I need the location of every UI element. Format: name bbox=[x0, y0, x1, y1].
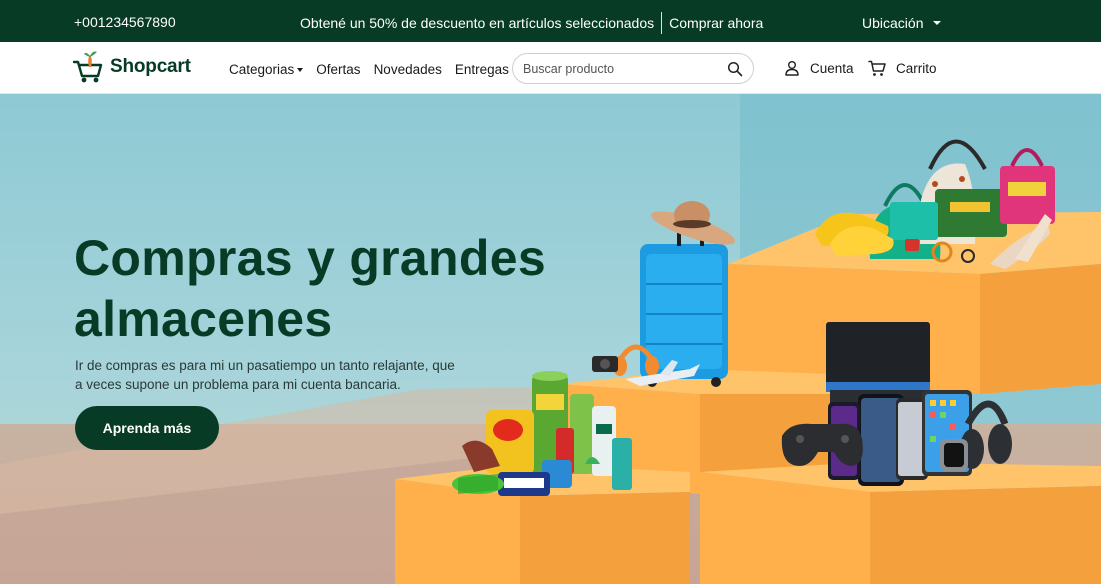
location-label: Ubicación bbox=[862, 15, 924, 31]
main-nav: Categorias Ofertas Novedades Entregas bbox=[229, 62, 509, 77]
hero-title: Compras y grandes almacenes bbox=[74, 230, 546, 347]
account-label: Cuenta bbox=[810, 60, 854, 76]
nav-item-delivery[interactable]: Entregas bbox=[455, 62, 509, 77]
nav-news-label: Novedades bbox=[373, 62, 442, 77]
search-input[interactable] bbox=[523, 61, 727, 76]
brand-logo[interactable]: Shopcart bbox=[72, 50, 191, 84]
chevron-down-icon bbox=[933, 21, 942, 25]
cart-link[interactable]: Carrito bbox=[868, 60, 937, 77]
nav-item-deals[interactable]: Ofertas bbox=[316, 62, 360, 77]
nav-categories-label: Categorias bbox=[229, 62, 295, 77]
account-link[interactable]: Cuenta bbox=[784, 60, 854, 76]
search-box bbox=[512, 53, 754, 84]
nav-item-news[interactable]: Novedades bbox=[374, 62, 442, 77]
hero-subtitle: Ir de compras es para mi un pasatiempo u… bbox=[75, 358, 455, 392]
nav-deals-label: Ofertas bbox=[316, 62, 361, 77]
promo-divider bbox=[661, 12, 663, 34]
learn-more-button[interactable]: Aprenda más bbox=[75, 406, 219, 450]
cart-icon bbox=[868, 60, 886, 76]
cart-label: Carrito bbox=[896, 61, 937, 76]
top-bar: +001234567890 Obtené un 50% de descuento… bbox=[0, 0, 1101, 42]
cart-logo-icon bbox=[72, 51, 103, 83]
nav-delivery-label: Entregas bbox=[454, 62, 509, 77]
brand-name: Shopcart bbox=[110, 56, 191, 77]
phone-number: +001234567890 bbox=[74, 14, 176, 30]
nav-item-categories[interactable]: Categorias bbox=[229, 62, 304, 77]
promo-text: Obtené un 50% de descuento en artículos … bbox=[300, 15, 655, 31]
user-icon bbox=[785, 61, 799, 76]
shop-now-link[interactable]: Comprar ahora bbox=[669, 15, 763, 31]
hero-banner: Compras y grandes almacenes Ir de compra… bbox=[0, 94, 1101, 584]
search-icon[interactable] bbox=[727, 61, 743, 77]
promo-banner: Obtené un 50% de descuento en artículos … bbox=[300, 12, 763, 34]
location-selector[interactable]: Ubicación bbox=[862, 15, 942, 31]
main-header: Shopcart Categorias Ofertas Novedades En… bbox=[0, 42, 1101, 94]
chevron-down-icon bbox=[297, 67, 304, 72]
